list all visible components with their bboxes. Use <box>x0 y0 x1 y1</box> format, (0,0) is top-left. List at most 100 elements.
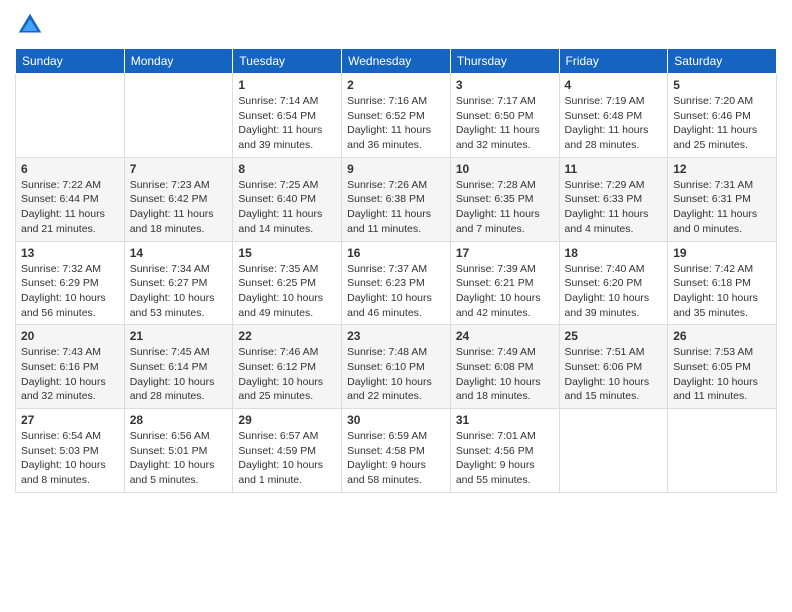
day-info: Sunrise: 6:56 AM Sunset: 5:01 PM Dayligh… <box>130 429 228 488</box>
calendar-cell: 10 Sunrise: 7:28 AM Sunset: 6:35 PM Dayli… <box>450 157 559 241</box>
calendar-cell: 29Sunrise: 6:57 AM Sunset: 4:59 PM Dayli… <box>233 409 342 493</box>
day-header-sunday: Sunday <box>16 49 125 74</box>
day-number: 16 <box>347 246 445 260</box>
calendar-cell <box>559 409 668 493</box>
day-info: Sunrise: 7:49 AM Sunset: 6:08 PM Dayligh… <box>456 345 554 404</box>
day-info: Sunrise: 6:54 AM Sunset: 5:03 PM Dayligh… <box>21 429 119 488</box>
day-header-saturday: Saturday <box>668 49 777 74</box>
calendar-week-3: 13 Sunrise: 7:32 AM Sunset: 6:29 PM Dayli… <box>16 241 777 325</box>
day-info: Sunrise: 7:23 AM Sunset: 6:42 PM Dayligh… <box>130 178 228 237</box>
calendar-cell: 20 Sunrise: 7:43 AM Sunset: 6:16 PM Dayli… <box>16 325 125 409</box>
day-info: Sunrise: 7:31 AM Sunset: 6:31 PM Dayligh… <box>673 178 771 237</box>
day-number: 20 <box>21 329 119 343</box>
day-number: 2 <box>347 78 445 92</box>
day-number: 12 <box>673 162 771 176</box>
day-info: Sunrise: 7:17 AM Sunset: 6:50 PM Dayligh… <box>456 94 554 153</box>
day-number: 13 <box>21 246 119 260</box>
day-info: Sunrise: 7:14 AM Sunset: 6:54 PM Dayligh… <box>238 94 336 153</box>
day-number: 22 <box>238 329 336 343</box>
day-info: Sunrise: 7:19 AM Sunset: 6:48 PM Dayligh… <box>565 94 663 153</box>
calendar-cell <box>16 74 125 158</box>
day-number: 31 <box>456 413 554 427</box>
day-header-tuesday: Tuesday <box>233 49 342 74</box>
day-number: 25 <box>565 329 663 343</box>
day-info: Sunrise: 7:26 AM Sunset: 6:38 PM Dayligh… <box>347 178 445 237</box>
calendar-cell: 25 Sunrise: 7:51 AM Sunset: 6:06 PM Dayli… <box>559 325 668 409</box>
calendar-cell: 7 Sunrise: 7:23 AM Sunset: 6:42 PM Daylig… <box>124 157 233 241</box>
calendar-cell: 8Sunrise: 7:25 AM Sunset: 6:40 PM Daylig… <box>233 157 342 241</box>
calendar-week-4: 20 Sunrise: 7:43 AM Sunset: 6:16 PM Dayli… <box>16 325 777 409</box>
day-info: Sunrise: 7:51 AM Sunset: 6:06 PM Dayligh… <box>565 345 663 404</box>
calendar-cell: 26 Sunrise: 7:53 AM Sunset: 6:05 PM Dayli… <box>668 325 777 409</box>
day-number: 21 <box>130 329 228 343</box>
day-number: 7 <box>130 162 228 176</box>
day-number: 30 <box>347 413 445 427</box>
header <box>15 10 777 40</box>
day-number: 4 <box>565 78 663 92</box>
calendar-cell: 18 Sunrise: 7:40 AM Sunset: 6:20 PM Dayli… <box>559 241 668 325</box>
day-info: Sunrise: 7:32 AM Sunset: 6:29 PM Dayligh… <box>21 262 119 321</box>
day-info: Sunrise: 7:46 AM Sunset: 6:12 PM Dayligh… <box>238 345 336 404</box>
day-number: 26 <box>673 329 771 343</box>
day-number: 14 <box>130 246 228 260</box>
calendar-week-2: 6 Sunrise: 7:22 AM Sunset: 6:44 PM Daylig… <box>16 157 777 241</box>
calendar-cell: 5 Sunrise: 7:20 AM Sunset: 6:46 PM Daylig… <box>668 74 777 158</box>
day-number: 6 <box>21 162 119 176</box>
day-info: Sunrise: 7:29 AM Sunset: 6:33 PM Dayligh… <box>565 178 663 237</box>
calendar-cell: 1 Sunrise: 7:14 AM Sunset: 6:54 PM Daylig… <box>233 74 342 158</box>
calendar-cell: 30 Sunrise: 6:59 AM Sunset: 4:58 PM Dayli… <box>342 409 451 493</box>
calendar-cell: 17 Sunrise: 7:39 AM Sunset: 6:21 PM Dayli… <box>450 241 559 325</box>
day-number: 10 <box>456 162 554 176</box>
calendar-cell: 6 Sunrise: 7:22 AM Sunset: 6:44 PM Daylig… <box>16 157 125 241</box>
day-info: Sunrise: 7:16 AM Sunset: 6:52 PM Dayligh… <box>347 94 445 153</box>
day-info: Sunrise: 7:45 AM Sunset: 6:14 PM Dayligh… <box>130 345 228 404</box>
day-info: Sunrise: 7:34 AM Sunset: 6:27 PM Dayligh… <box>130 262 228 321</box>
day-info: Sunrise: 7:35 AM Sunset: 6:25 PM Dayligh… <box>238 262 336 321</box>
calendar-cell: 16Sunrise: 7:37 AM Sunset: 6:23 PM Dayli… <box>342 241 451 325</box>
logo-icon <box>15 10 45 40</box>
day-number: 24 <box>456 329 554 343</box>
day-number: 19 <box>673 246 771 260</box>
day-info: Sunrise: 7:39 AM Sunset: 6:21 PM Dayligh… <box>456 262 554 321</box>
calendar-cell: 23Sunrise: 7:48 AM Sunset: 6:10 PM Dayli… <box>342 325 451 409</box>
calendar-cell: 24 Sunrise: 7:49 AM Sunset: 6:08 PM Dayli… <box>450 325 559 409</box>
day-info: Sunrise: 7:28 AM Sunset: 6:35 PM Dayligh… <box>456 178 554 237</box>
day-number: 18 <box>565 246 663 260</box>
day-info: Sunrise: 7:20 AM Sunset: 6:46 PM Dayligh… <box>673 94 771 153</box>
logo <box>15 10 49 40</box>
day-number: 17 <box>456 246 554 260</box>
calendar-cell: 19 Sunrise: 7:42 AM Sunset: 6:18 PM Dayli… <box>668 241 777 325</box>
day-info: Sunrise: 7:01 AM Sunset: 4:56 PM Dayligh… <box>456 429 554 488</box>
calendar: SundayMondayTuesdayWednesdayThursdayFrid… <box>15 48 777 493</box>
day-header-monday: Monday <box>124 49 233 74</box>
calendar-cell: 4 Sunrise: 7:19 AM Sunset: 6:48 PM Daylig… <box>559 74 668 158</box>
day-number: 3 <box>456 78 554 92</box>
day-number: 23 <box>347 329 445 343</box>
day-header-wednesday: Wednesday <box>342 49 451 74</box>
calendar-cell: 3 Sunrise: 7:17 AM Sunset: 6:50 PM Daylig… <box>450 74 559 158</box>
calendar-cell: 9 Sunrise: 7:26 AM Sunset: 6:38 PM Daylig… <box>342 157 451 241</box>
day-info: Sunrise: 7:25 AM Sunset: 6:40 PM Dayligh… <box>238 178 336 237</box>
page: SundayMondayTuesdayWednesdayThursdayFrid… <box>0 0 792 612</box>
calendar-cell: 13 Sunrise: 7:32 AM Sunset: 6:29 PM Dayli… <box>16 241 125 325</box>
day-info: Sunrise: 7:42 AM Sunset: 6:18 PM Dayligh… <box>673 262 771 321</box>
calendar-cell: 12 Sunrise: 7:31 AM Sunset: 6:31 PM Dayli… <box>668 157 777 241</box>
day-number: 15 <box>238 246 336 260</box>
calendar-cell <box>668 409 777 493</box>
calendar-cell: 21 Sunrise: 7:45 AM Sunset: 6:14 PM Dayli… <box>124 325 233 409</box>
day-number: 5 <box>673 78 771 92</box>
calendar-header-row: SundayMondayTuesdayWednesdayThursdayFrid… <box>16 49 777 74</box>
calendar-week-5: 27Sunrise: 6:54 AM Sunset: 5:03 PM Dayli… <box>16 409 777 493</box>
calendar-cell: 14 Sunrise: 7:34 AM Sunset: 6:27 PM Dayli… <box>124 241 233 325</box>
day-info: Sunrise: 7:43 AM Sunset: 6:16 PM Dayligh… <box>21 345 119 404</box>
day-info: Sunrise: 6:59 AM Sunset: 4:58 PM Dayligh… <box>347 429 445 488</box>
day-info: Sunrise: 7:53 AM Sunset: 6:05 PM Dayligh… <box>673 345 771 404</box>
day-info: Sunrise: 7:40 AM Sunset: 6:20 PM Dayligh… <box>565 262 663 321</box>
calendar-cell: 31 Sunrise: 7:01 AM Sunset: 4:56 PM Dayli… <box>450 409 559 493</box>
calendar-cell: 15 Sunrise: 7:35 AM Sunset: 6:25 PM Dayli… <box>233 241 342 325</box>
day-number: 1 <box>238 78 336 92</box>
day-number: 28 <box>130 413 228 427</box>
day-number: 9 <box>347 162 445 176</box>
day-info: Sunrise: 6:57 AM Sunset: 4:59 PM Dayligh… <box>238 429 336 488</box>
day-info: Sunrise: 7:22 AM Sunset: 6:44 PM Dayligh… <box>21 178 119 237</box>
